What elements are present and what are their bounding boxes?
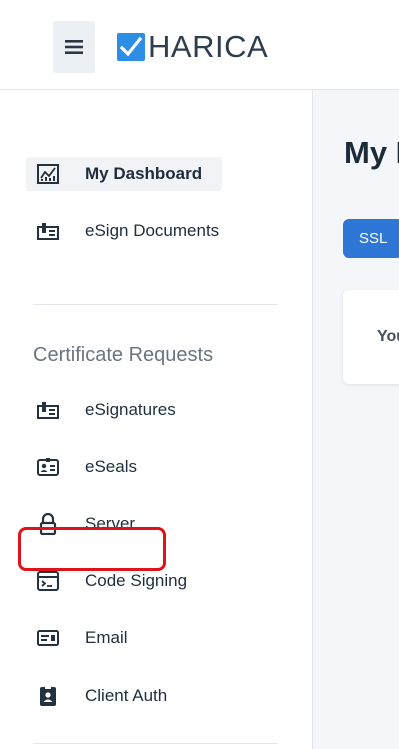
sidebar-item-label: eSeals (85, 457, 137, 476)
id-badge-icon (26, 683, 70, 709)
sidebar-item-label: eSignatures (85, 400, 176, 419)
dashboard-chart-icon (26, 161, 70, 187)
sidebar-item-my-dashboard[interactable]: My Dashboard (26, 157, 223, 191)
sidebar-divider (33, 304, 278, 305)
sidebar-item-label: Client Auth (85, 686, 168, 705)
main-content: My D SSL You (313, 90, 399, 749)
sidebar-item-esignatures[interactable]: eSignatures (26, 393, 176, 427)
esign-document-icon (26, 218, 70, 244)
sidebar-divider (33, 743, 278, 744)
email-card-icon (26, 625, 70, 651)
harica-logo[interactable]: HARICA (117, 31, 268, 63)
sidebar-item-esign-documents[interactable]: eSign Documents (26, 214, 219, 248)
sidebar-item-label: Code Signing (85, 571, 188, 590)
brand-name: HARICA (148, 29, 269, 64)
eseal-badge-icon (26, 454, 70, 480)
terminal-window-icon (26, 568, 70, 594)
top-bar: HARICA (0, 0, 399, 90)
info-card: You (343, 290, 399, 384)
sidebar-item-email[interactable]: Email (26, 621, 128, 655)
sidebar-item-label: My Dashboard (85, 164, 203, 183)
card-text: You (377, 328, 399, 345)
page-title: My D (344, 135, 399, 170)
sidebar-item-eseals[interactable]: eSeals (26, 450, 137, 484)
checkmark-logo-icon (117, 33, 145, 61)
sidebar-item-client-auth[interactable]: Client Auth (26, 679, 167, 713)
hamburger-menu-button[interactable] (53, 21, 95, 73)
tab-ssl[interactable]: SSL (343, 219, 399, 258)
hamburger-menu-icon (65, 40, 83, 54)
section-title-certificate-requests: Certificate Requests (33, 344, 214, 366)
sidebar: My Dashboard eSign Documents Certificate… (0, 90, 313, 749)
esignature-icon (26, 397, 70, 423)
sidebar-item-label: eSign Documents (85, 221, 220, 240)
email-highlight-box (18, 527, 166, 571)
sidebar-item-label: Email (85, 628, 128, 647)
